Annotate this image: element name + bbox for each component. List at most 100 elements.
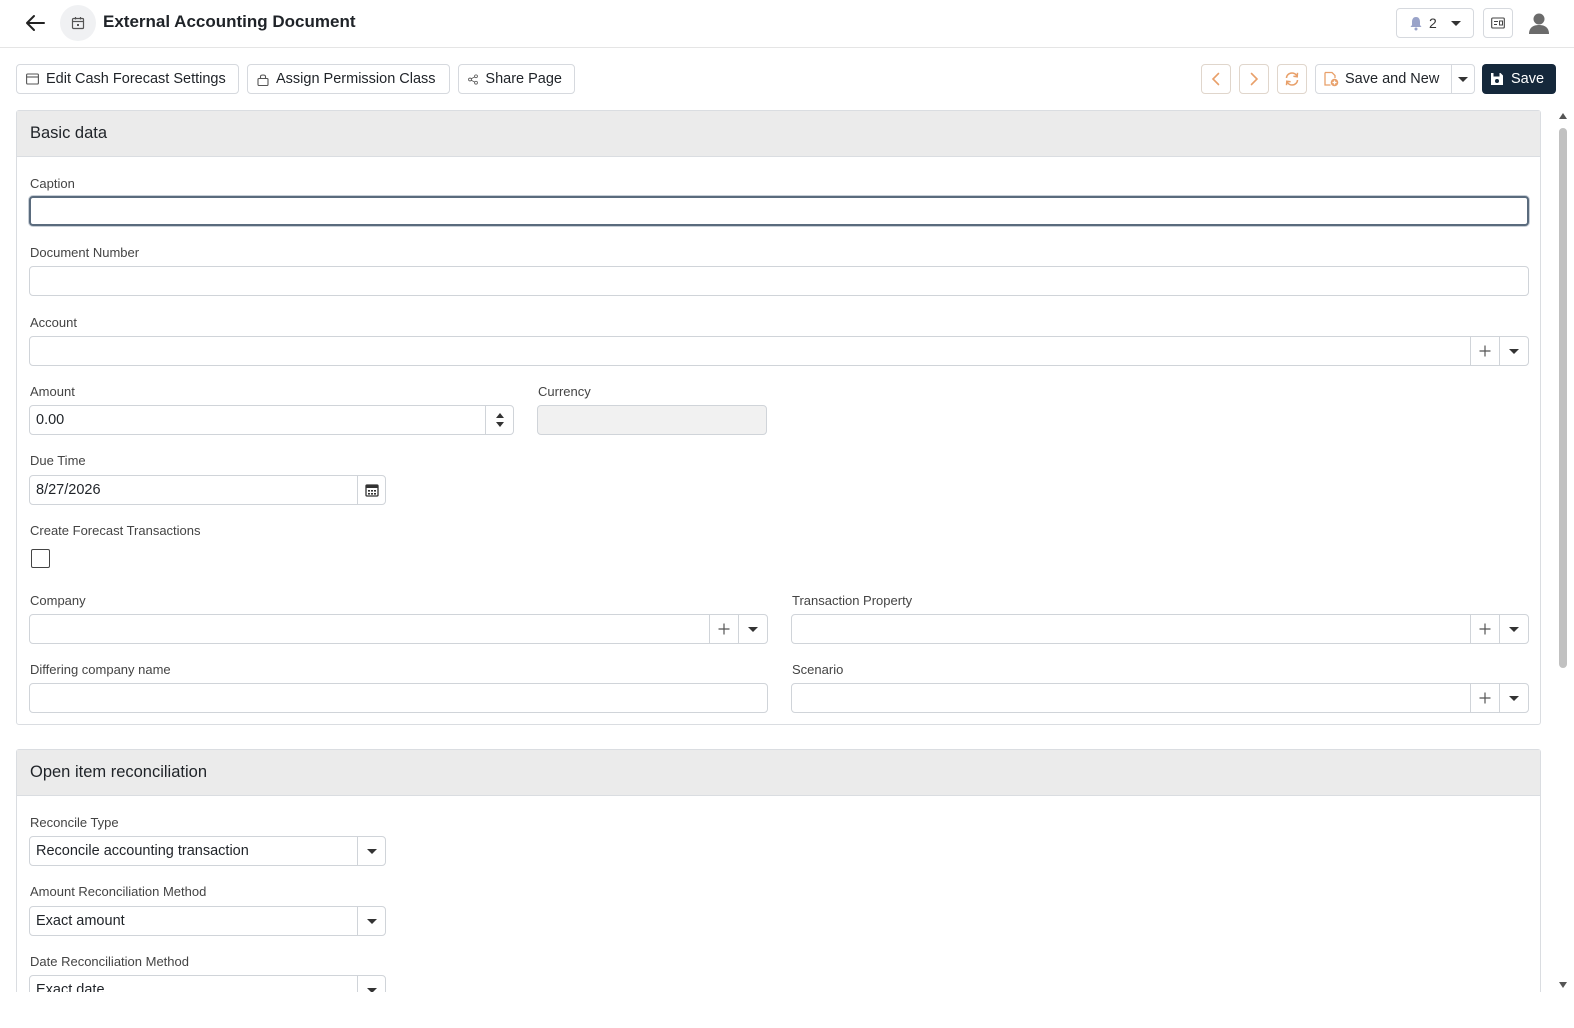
save-label: Save: [1511, 71, 1545, 87]
amount-stepper[interactable]: [485, 406, 513, 434]
save-icon: [1491, 73, 1503, 85]
company-dropdown-button[interactable]: [738, 615, 767, 643]
amount-method-value: Exact amount: [36, 913, 125, 929]
date-method-dropdown-button[interactable]: [357, 976, 386, 992]
amount-method-dropdown-button[interactable]: [357, 907, 386, 935]
caption-label: Caption: [30, 176, 75, 191]
amount-input[interactable]: 0.00: [29, 405, 514, 435]
company-add-button[interactable]: [709, 615, 738, 643]
scenario-label: Scenario: [792, 662, 844, 677]
open-item-reconciliation-section: Open item reconciliation Reconcile Type …: [16, 749, 1541, 992]
amount-value: 0.00: [36, 412, 65, 428]
date-method-select[interactable]: Exact date: [29, 975, 386, 992]
reconcile-type-dropdown-button[interactable]: [357, 837, 386, 865]
save-and-new-split-button: Save and New: [1315, 64, 1475, 94]
transaction-property-add-button[interactable]: [1470, 615, 1499, 643]
scroll-up-arrow[interactable]: [1559, 113, 1567, 119]
company-input[interactable]: [29, 614, 768, 644]
refresh-icon: [1285, 72, 1299, 86]
date-method-label: Date Reconciliation Method: [30, 954, 189, 969]
transaction-property-dropdown-button[interactable]: [1499, 615, 1528, 643]
chevron-left-icon: [1211, 72, 1220, 86]
form-content: Basic data Caption Document Number Accou…: [0, 110, 1574, 992]
previous-record-button[interactable]: [1201, 64, 1231, 94]
scenario-dropdown-button[interactable]: [1499, 684, 1528, 712]
transaction-property-input[interactable]: [791, 614, 1529, 644]
share-page-button[interactable]: Share Page: [458, 64, 575, 94]
back-button[interactable]: [20, 8, 50, 38]
reconcile-type-select[interactable]: Reconcile accounting transaction: [29, 836, 386, 866]
vertical-scrollbar[interactable]: [1556, 110, 1570, 992]
save-and-new-button[interactable]: Save and New: [1316, 65, 1452, 93]
chevron-down-icon: [367, 918, 377, 924]
page-title: External Accounting Document: [103, 12, 356, 31]
due-time-input[interactable]: 8/27/2026: [29, 475, 386, 505]
window-icon: [26, 73, 39, 85]
app-header: External Accounting Document 2: [0, 0, 1574, 48]
plus-icon: [718, 623, 730, 635]
share-page-label: Share Page: [485, 71, 562, 87]
currency-label: Currency: [538, 384, 591, 399]
due-time-value: 8/27/2026: [36, 482, 101, 498]
account-add-button[interactable]: [1470, 337, 1499, 365]
amount-method-label: Amount Reconciliation Method: [30, 884, 207, 899]
scenario-add-button[interactable]: [1470, 684, 1499, 712]
calendar-icon: [71, 17, 85, 30]
chevron-down-icon: [367, 848, 377, 854]
chevron-down-icon: [1450, 20, 1461, 26]
refresh-button[interactable]: [1277, 64, 1307, 94]
notifications-button[interactable]: 2: [1396, 8, 1474, 38]
create-forecast-label: Create Forecast Transactions: [30, 523, 201, 538]
save-and-new-label: Save and New: [1345, 71, 1440, 87]
assign-permission-label: Assign Permission Class: [276, 71, 436, 87]
assign-permission-button[interactable]: Assign Permission Class: [247, 64, 450, 94]
calendar-icon: [365, 484, 379, 497]
differing-company-name-label: Differing company name: [30, 662, 171, 677]
scenario-input[interactable]: [791, 683, 1529, 713]
lock-icon: [257, 73, 269, 86]
section-title: Open item reconciliation: [17, 750, 1540, 796]
save-new-icon: [1324, 71, 1339, 87]
edit-cash-forecast-label: Edit Cash Forecast Settings: [46, 71, 226, 87]
section-title: Basic data: [17, 111, 1540, 157]
account-input[interactable]: [29, 336, 1529, 366]
caption-input[interactable]: [29, 196, 1529, 226]
account-label: Account: [30, 315, 77, 330]
differing-company-name-input[interactable]: [29, 683, 768, 713]
plus-icon: [1479, 692, 1491, 704]
page-type-icon: [60, 5, 96, 41]
notification-count: 2: [1429, 15, 1437, 31]
chevron-down-icon: [367, 987, 377, 992]
chevron-right-icon: [1250, 72, 1259, 86]
decrement-icon[interactable]: [495, 422, 504, 427]
back-arrow-icon: [26, 15, 45, 31]
date-picker-button[interactable]: [357, 476, 386, 504]
share-icon: [468, 73, 478, 85]
document-number-input[interactable]: [29, 266, 1529, 296]
plus-icon: [1479, 623, 1491, 635]
bell-icon: [1410, 16, 1422, 30]
chevron-down-icon: [1509, 695, 1519, 701]
due-time-label: Due Time: [30, 453, 86, 468]
document-number-label: Document Number: [30, 245, 140, 260]
user-icon: [1529, 13, 1549, 34]
scroll-down-arrow[interactable]: [1559, 982, 1567, 988]
user-avatar[interactable]: [1524, 8, 1554, 38]
transaction-property-label: Transaction Property: [792, 593, 913, 608]
create-forecast-checkbox[interactable]: [31, 549, 50, 568]
next-record-button[interactable]: [1239, 64, 1269, 94]
increment-icon[interactable]: [495, 413, 504, 418]
plus-icon: [1479, 345, 1491, 357]
save-button[interactable]: Save: [1482, 64, 1556, 94]
scroll-thumb[interactable]: [1559, 128, 1567, 668]
company-label: Company: [30, 593, 86, 608]
basic-data-section: Basic data Caption Document Number Accou…: [16, 110, 1541, 725]
amount-method-select[interactable]: Exact amount: [29, 906, 386, 936]
id-card-icon: [1491, 17, 1505, 29]
amount-label: Amount: [30, 384, 75, 399]
profile-card-button[interactable]: [1483, 8, 1513, 38]
edit-cash-forecast-button[interactable]: Edit Cash Forecast Settings: [16, 64, 239, 94]
account-dropdown-button[interactable]: [1499, 337, 1528, 365]
save-options-dropdown[interactable]: [1452, 65, 1474, 93]
chevron-down-icon: [1509, 626, 1519, 632]
